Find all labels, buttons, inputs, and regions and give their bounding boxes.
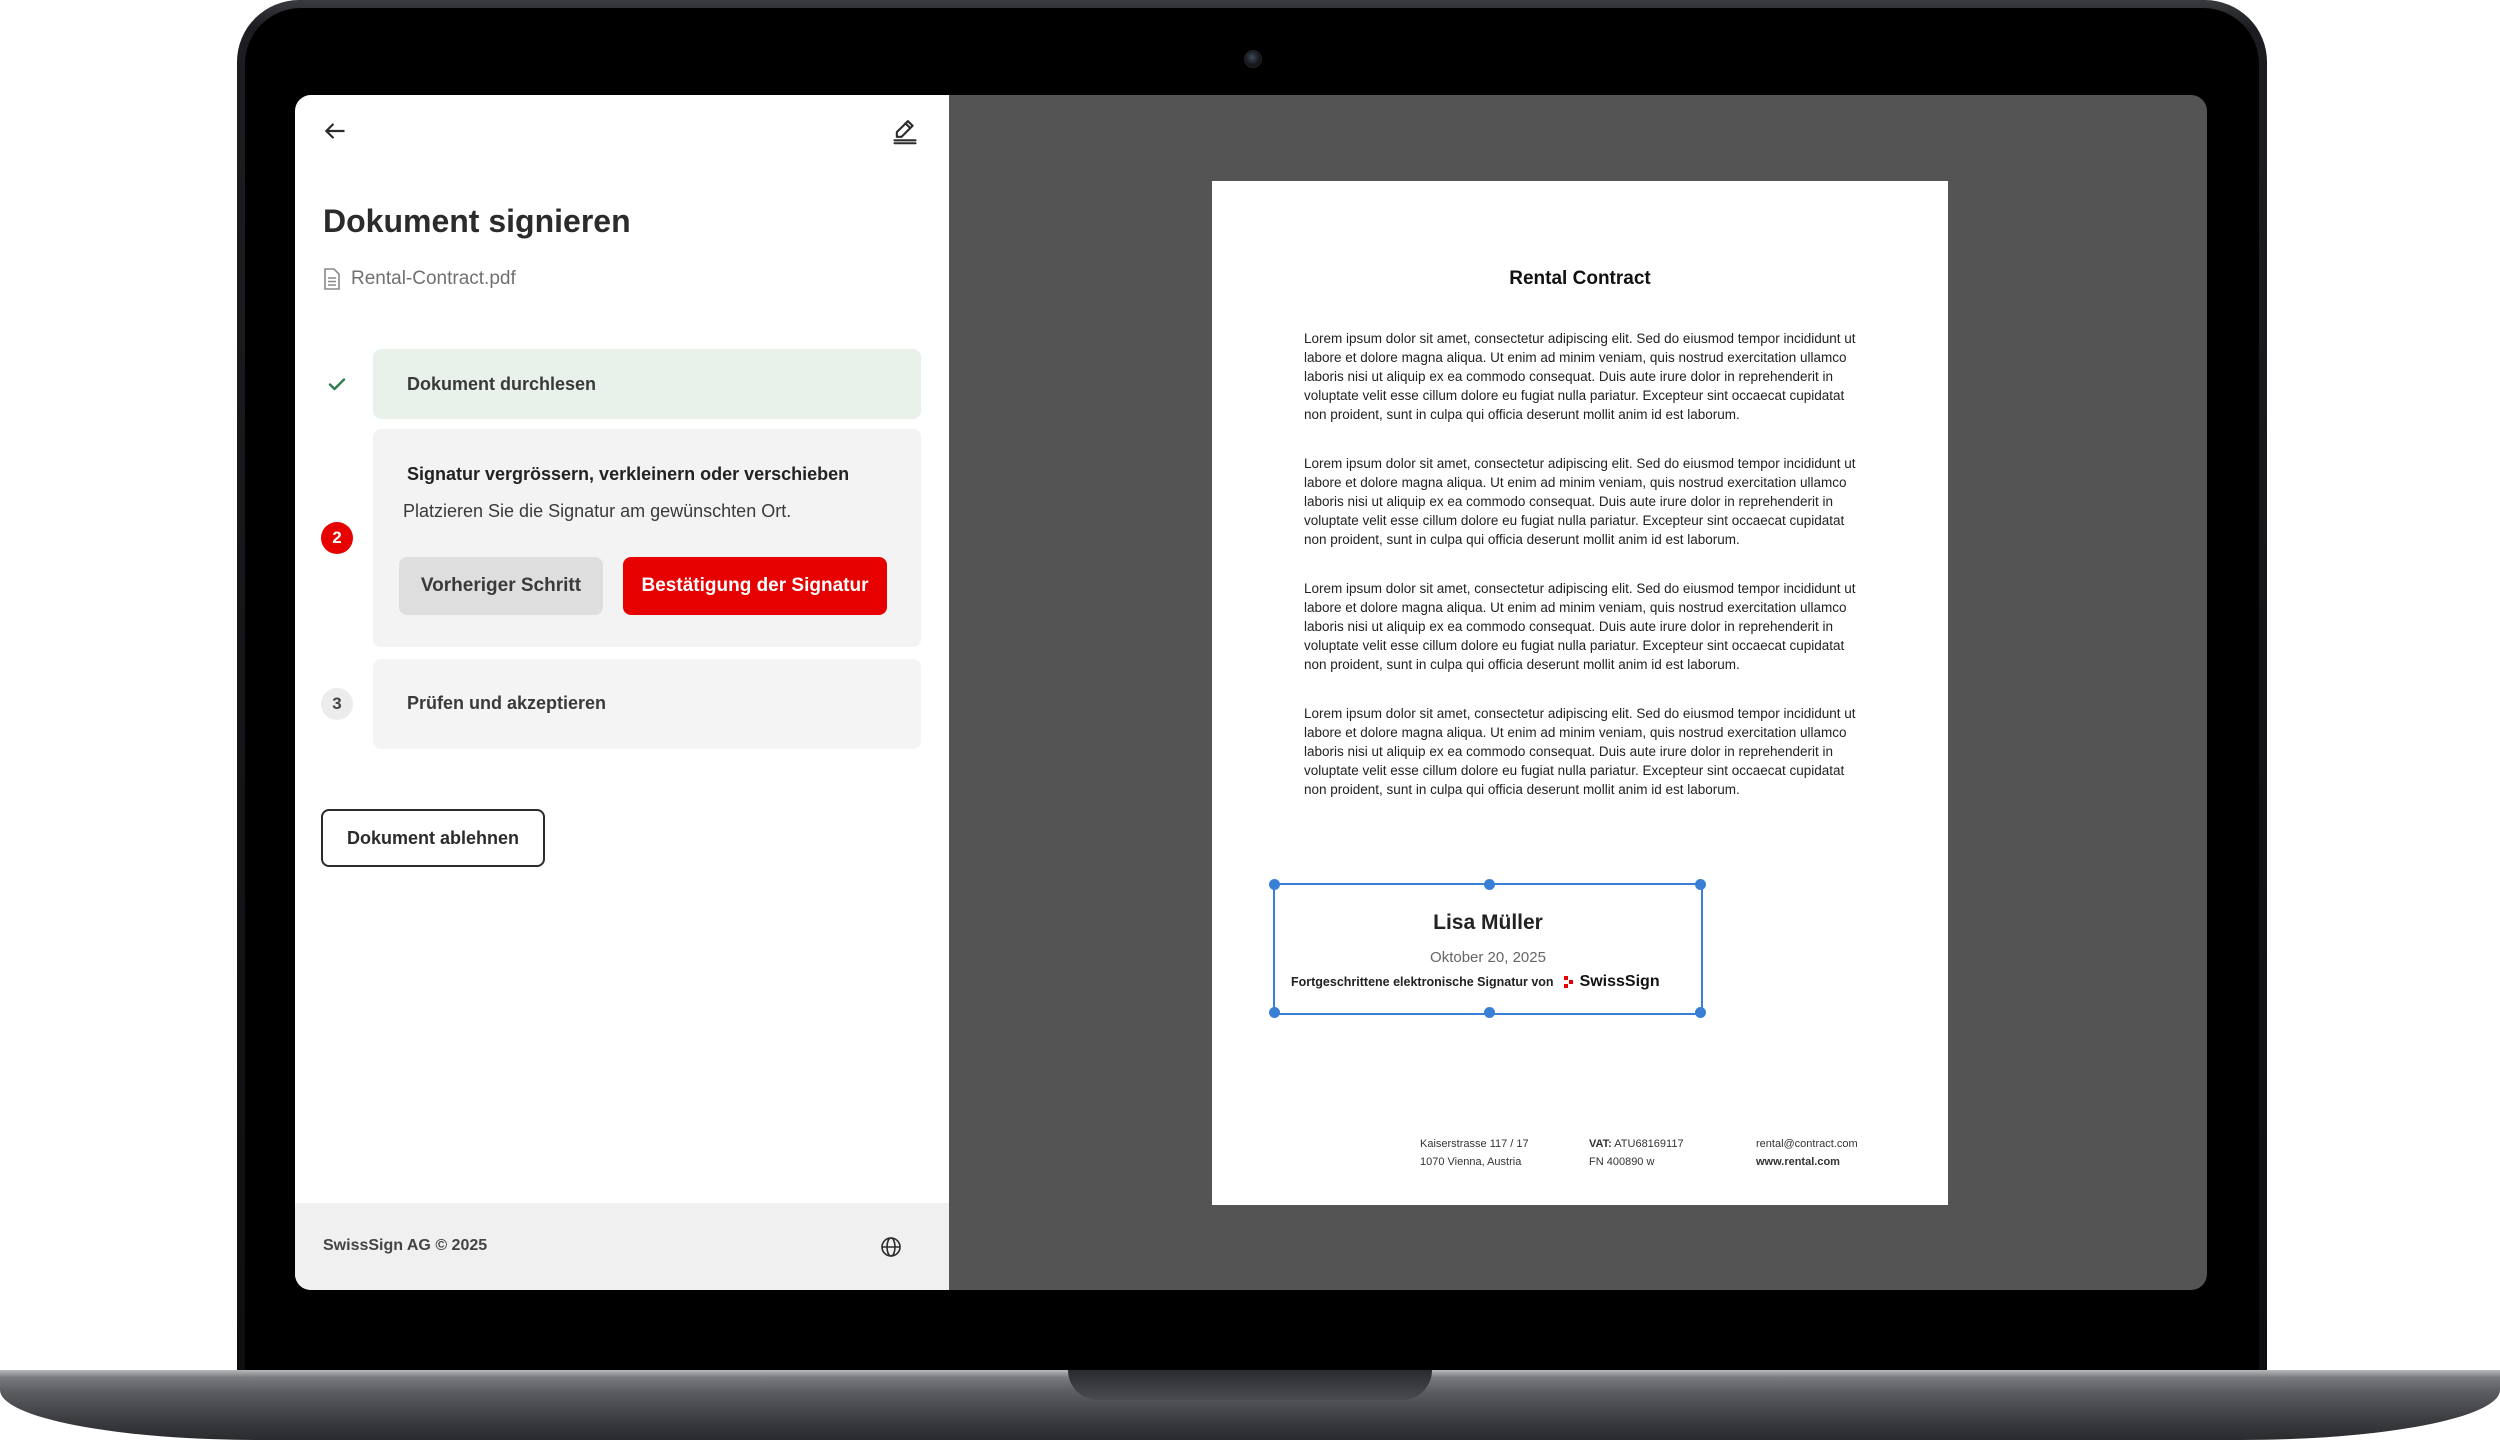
- footer-company-ids: VAT: ATU68169117 FN 400890 w: [1589, 1135, 1684, 1171]
- contact-website: www.rental.com: [1756, 1156, 1840, 1168]
- signing-panel: Dokument signieren Rental-Contract.pdf D…: [295, 95, 949, 1290]
- file-name-label: Rental-Contract.pdf: [351, 268, 516, 289]
- step-2-card: Signatur vergrössern, verkleinern oder v…: [373, 429, 921, 647]
- resize-handle-bottom[interactable]: [1484, 1007, 1495, 1018]
- footer-contact: rental@contract.com www.rental.com: [1756, 1135, 1858, 1171]
- brand: SwissSign: [1563, 973, 1660, 991]
- signature-caption-row: Fortgeschrittene elektronische Signatur …: [1291, 973, 1660, 991]
- vat-label: VAT:: [1589, 1138, 1612, 1150]
- panel-footer: SwissSign AG © 2025: [295, 1203, 949, 1290]
- document-paragraph: Lorem ipsum dolor sit amet, consectetur …: [1304, 581, 1856, 672]
- document-page: Rental Contract Lorem ipsum dolor sit am…: [1212, 181, 1948, 1205]
- vat-value: ATU68169117: [1614, 1138, 1684, 1150]
- document-paragraph: Lorem ipsum dolor sit amet, consectetur …: [1304, 456, 1856, 547]
- step-1-check: [321, 368, 353, 400]
- contact-email: rental@contract.com: [1756, 1138, 1858, 1150]
- check-icon: [328, 378, 346, 391]
- document-paragraph: Lorem ipsum dolor sit amet, consectetur …: [1304, 331, 1856, 422]
- globe-icon: [881, 1237, 901, 1257]
- address-line: Kaiserstrasse 117 / 17: [1420, 1138, 1529, 1150]
- laptop-notch: [1068, 1370, 1432, 1400]
- signature-caption: Fortgeschrittene elektronische Signatur …: [1291, 975, 1554, 989]
- back-button[interactable]: [313, 109, 357, 153]
- language-button[interactable]: [869, 1225, 913, 1269]
- step-2-label: Signatur vergrössern, verkleinern oder v…: [407, 464, 850, 484]
- document-title: Rental Contract: [1509, 268, 1651, 289]
- arrow-left-icon: [325, 123, 345, 139]
- signature-pen-icon: [893, 120, 917, 145]
- resize-handle-bottom-left[interactable]: [1269, 1007, 1280, 1018]
- resize-handle-top-left[interactable]: [1269, 879, 1280, 890]
- vat-line: VAT: ATU68169117: [1589, 1135, 1684, 1153]
- signer-name: Lisa Müller: [1433, 911, 1543, 934]
- confirm-signature-button[interactable]: Bestätigung der Signatur: [623, 557, 887, 615]
- step-3-label: Prüfen und akzeptieren: [407, 693, 607, 713]
- file-name: Rental-Contract.pdf: [323, 265, 516, 293]
- document-paragraph: Lorem ipsum dolor sit amet, consectetur …: [1304, 706, 1856, 797]
- brand-name: SwissSign: [1579, 973, 1660, 990]
- file-icon: [324, 268, 340, 290]
- camera-icon: [1244, 50, 1262, 68]
- step-3-number: 3: [321, 688, 353, 720]
- resize-handle-bottom-right[interactable]: [1695, 1007, 1706, 1018]
- step-1-label: Dokument durchlesen: [407, 374, 597, 394]
- panel-topbar: [295, 95, 949, 175]
- swisssign-logo-icon: [1563, 976, 1573, 988]
- previous-step-button[interactable]: Vorheriger Schritt: [399, 557, 603, 615]
- fn-number: FN 400890 w: [1589, 1156, 1655, 1168]
- edit-signature-button[interactable]: [883, 109, 927, 153]
- copyright-text: SwissSign AG © 2025: [323, 1237, 488, 1254]
- signature-date: Oktober 20, 2025: [1430, 949, 1546, 966]
- page-title: Dokument signieren: [323, 203, 631, 239]
- screen: Dokument signieren Rental-Contract.pdf D…: [295, 95, 2207, 1290]
- step-2-number: 2: [321, 522, 353, 554]
- footer-address: Kaiserstrasse 117 / 17 1070 Vienna, Aust…: [1420, 1135, 1529, 1171]
- resize-handle-top-right[interactable]: [1695, 879, 1706, 890]
- signature-box[interactable]: Lisa Müller Oktober 20, 2025 Fortgeschri…: [1269, 879, 1706, 1018]
- step-2-description: Platzieren Sie die Signatur am gewünscht…: [403, 501, 792, 521]
- step-3-card[interactable]: Prüfen und akzeptieren: [373, 659, 921, 749]
- step-1-card[interactable]: Dokument durchlesen: [373, 349, 921, 419]
- decline-document-button[interactable]: Dokument ablehnen: [321, 809, 545, 867]
- address-line: 1070 Vienna, Austria: [1420, 1156, 1522, 1168]
- resize-handle-top[interactable]: [1484, 879, 1495, 890]
